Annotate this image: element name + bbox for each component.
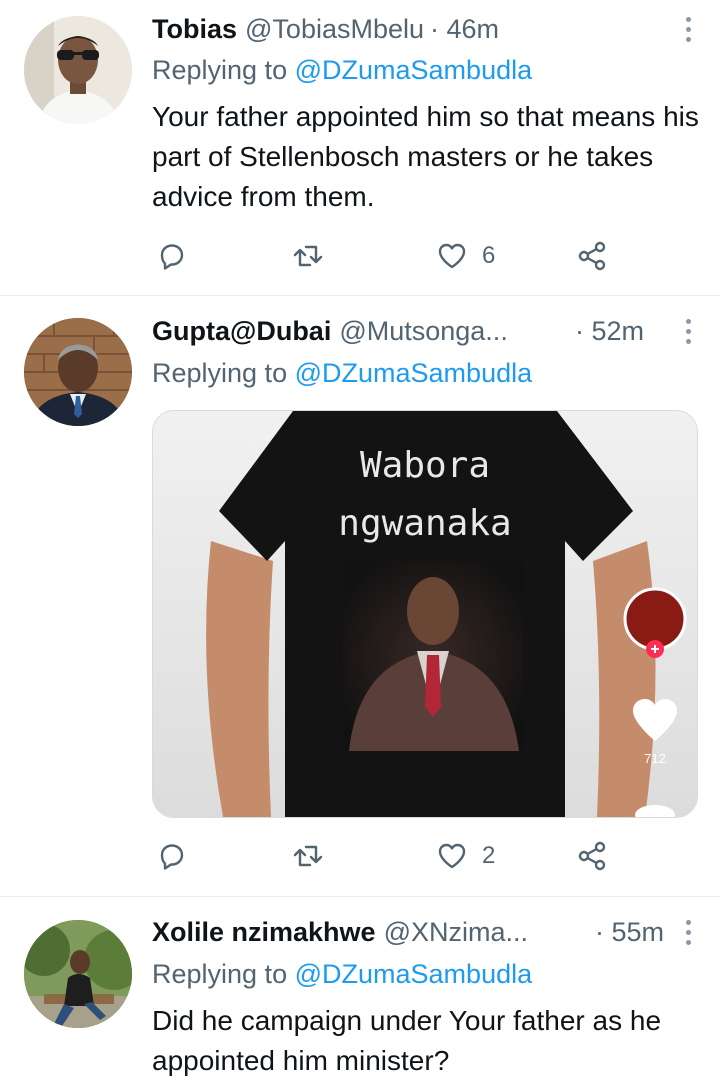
display-name[interactable]: Xolile nzimakhwe (152, 917, 376, 948)
retweet-icon (293, 245, 323, 267)
person-sunglasses-avatar-icon (24, 16, 132, 124)
reply-button[interactable] (156, 836, 188, 876)
tweet-text: Did he campaign under Your father as he … (152, 1005, 662, 1076)
share-button[interactable] (576, 836, 608, 876)
like-button[interactable]: 6 (436, 236, 495, 276)
shirt-text-line1: Wabora (359, 445, 491, 486)
retweet-button[interactable] (292, 836, 324, 876)
more-options-icon[interactable] (676, 914, 700, 950)
replying-to-handle[interactable]: @DZumaSambudla (295, 55, 533, 85)
replying-prefix: Replying to (152, 959, 288, 989)
shirt-text-line2: ngwanaka (338, 503, 512, 544)
user-handle[interactable]: @TobiasMbelu (245, 14, 424, 45)
tweet-actions: 6 (152, 236, 632, 276)
replying-to: Replying to @DZumaSambudla (152, 959, 532, 990)
heart-icon (438, 843, 466, 869)
replying-to: Replying to @DZumaSambudla (152, 358, 532, 389)
tweet-actions: 2 (152, 836, 632, 876)
overlay-like-count: 712 (644, 751, 666, 766)
user-handle[interactable]: @Mutsonga... (339, 316, 508, 347)
replying-to-handle[interactable]: @DZumaSambudla (295, 358, 533, 388)
reply-icon (160, 244, 184, 270)
tweet-header: Gupta@Dubai @Mutsonga... · 52m (152, 313, 700, 349)
share-button[interactable] (576, 236, 608, 276)
like-count: 2 (482, 842, 496, 869)
retweet-icon (293, 845, 323, 867)
avatar[interactable] (24, 318, 132, 426)
timestamp[interactable]: · 46m (430, 14, 499, 45)
person-outdoor-avatar-icon (24, 920, 132, 1028)
tweet-header: Xolile nzimakhwe @XNzima... · 55m (152, 914, 700, 950)
like-count: 6 (482, 242, 496, 269)
tweet-text: Your father appointed him so that means … (152, 101, 699, 212)
display-name[interactable]: Tobias (152, 14, 237, 45)
tweet-3[interactable]: Xolile nzimakhwe @XNzima... · 55m Replyi… (0, 897, 720, 1076)
replying-to: Replying to @DZumaSambudla (152, 55, 532, 86)
replying-prefix: Replying to (152, 55, 288, 85)
person-suit-avatar-icon (24, 318, 132, 426)
retweet-button[interactable] (292, 236, 324, 276)
like-button[interactable]: 2 (436, 836, 495, 876)
replying-to-handle[interactable]: @DZumaSambudla (295, 959, 533, 989)
reply-button[interactable] (156, 236, 188, 276)
avatar[interactable] (24, 920, 132, 1028)
tweet-media-image[interactable]: Wabora ngwanaka 712 (152, 410, 698, 818)
user-handle[interactable]: @XNzima... (384, 917, 528, 948)
avatar[interactable] (24, 16, 132, 124)
share-icon (578, 841, 606, 871)
replying-prefix: Replying to (152, 358, 288, 388)
more-options-icon[interactable] (676, 11, 700, 47)
display-name[interactable]: Gupta@Dubai (152, 316, 331, 347)
tweet-1[interactable]: Tobias @TobiasMbelu · 46m Replying to @D… (0, 0, 720, 296)
tweet-header: Tobias @TobiasMbelu · 46m (152, 11, 700, 47)
share-icon (578, 241, 606, 271)
more-options-icon[interactable] (676, 313, 700, 349)
timestamp[interactable]: · 55m (595, 917, 664, 948)
reply-icon (160, 844, 184, 870)
heart-icon (438, 243, 466, 269)
timestamp[interactable]: · 52m (575, 316, 644, 347)
